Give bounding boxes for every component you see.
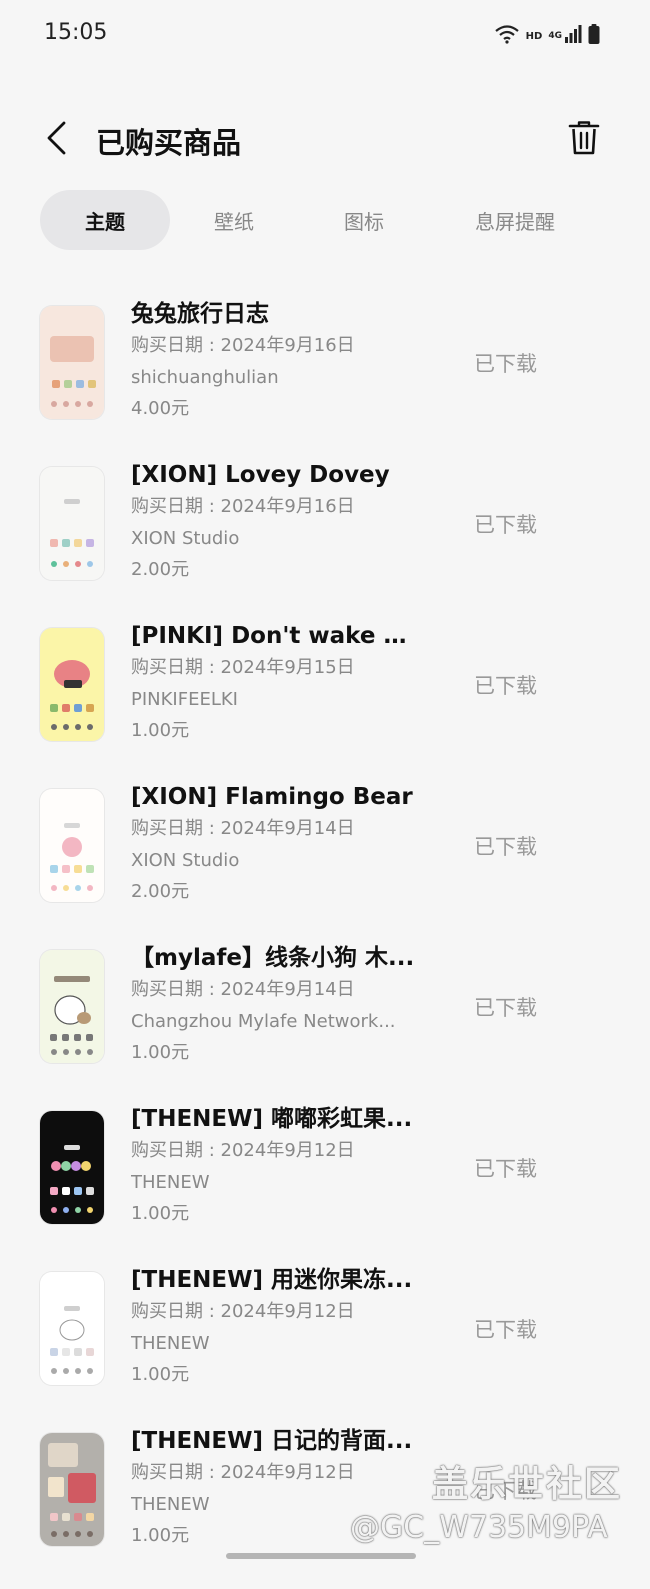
item-title: [THENEW] 日记的背面... xyxy=(131,1428,413,1454)
item-price: 1.00元 xyxy=(131,1042,190,1063)
list-item[interactable]: [XION] Lovey Dovey 购买日期 : 2024年9月16日 XIO… xyxy=(0,444,650,605)
list-item[interactable]: [XION] Flamingo Bear 购买日期 : 2024年9月14日 X… xyxy=(0,766,650,927)
header: 已购买商品 xyxy=(0,100,650,180)
tab-aod[interactable]: 息屏提醒 xyxy=(440,190,590,250)
item-author: THENEW xyxy=(131,1171,210,1193)
theme-thumbnail xyxy=(40,1433,104,1546)
download-status[interactable]: 已下载 xyxy=(474,1153,537,1183)
theme-thumbnail xyxy=(40,1111,104,1224)
list-item[interactable]: [PINKI] Don't wake m... 购买日期 : 2024年9月15… xyxy=(0,605,650,766)
item-price: 1.00元 xyxy=(131,1364,190,1385)
item-date: 购买日期 : 2024年9月14日 xyxy=(131,818,355,839)
theme-thumbnail xyxy=(40,306,104,419)
purchased-list: 兔兔旅行日志 购买日期 : 2024年9月16日 shichuanghulian… xyxy=(0,283,650,1571)
status-icons: HD 4G xyxy=(494,24,600,48)
theme-thumbnail xyxy=(40,1272,104,1385)
item-date: 购买日期 : 2024年9月12日 xyxy=(131,1462,355,1483)
item-date: 购买日期 : 2024年9月15日 xyxy=(131,657,355,678)
delete-button[interactable] xyxy=(560,114,608,162)
tab-icons[interactable]: 图标 xyxy=(302,190,426,250)
theme-thumbnail xyxy=(40,789,104,902)
wifi-icon xyxy=(494,24,520,48)
item-author: XION Studio xyxy=(131,527,240,549)
item-title: 兔兔旅行日志 xyxy=(131,301,269,327)
item-title: [XION] Lovey Dovey xyxy=(131,462,390,488)
theme-thumbnail xyxy=(40,950,104,1063)
page-title: 已购买商品 xyxy=(96,126,242,160)
theme-thumbnail xyxy=(40,467,104,580)
back-arrow-icon xyxy=(47,121,66,155)
status-time: 15:05 xyxy=(44,20,108,45)
item-date: 购买日期 : 2024年9月14日 xyxy=(131,979,355,1000)
battery-icon xyxy=(588,24,600,48)
item-title: [PINKI] Don't wake m... xyxy=(131,623,421,649)
download-status[interactable]: 已下载 xyxy=(474,1314,537,1344)
list-item[interactable]: 兔兔旅行日志 购买日期 : 2024年9月16日 shichuanghulian… xyxy=(0,283,650,444)
item-author: XION Studio xyxy=(131,849,240,871)
theme-thumbnail xyxy=(40,628,104,741)
item-price: 1.00元 xyxy=(131,720,190,741)
home-indicator[interactable] xyxy=(226,1553,416,1559)
item-author: THENEW xyxy=(131,1332,210,1354)
back-button[interactable] xyxy=(34,116,78,160)
download-status[interactable]: 已下载 xyxy=(474,831,537,861)
signal-icon xyxy=(564,25,582,47)
item-date: 购买日期 : 2024年9月12日 xyxy=(131,1140,355,1161)
item-title: 【mylafe】线条小狗 木... xyxy=(131,945,415,971)
network-label: 4G xyxy=(548,31,562,41)
download-status[interactable]: 已下载 xyxy=(474,992,537,1022)
item-price: 2.00元 xyxy=(131,881,190,902)
download-status[interactable]: 已下载 xyxy=(474,509,537,539)
item-date: 购买日期 : 2024年9月16日 xyxy=(131,335,355,356)
tab-wallpaper[interactable]: 壁纸 xyxy=(172,190,296,250)
hd-label: HD xyxy=(525,30,543,42)
item-author: Changzhou Mylafe Network... xyxy=(131,1010,396,1032)
trash-icon xyxy=(568,121,600,155)
download-status[interactable]: 已下载 xyxy=(474,670,537,700)
list-item[interactable]: 【mylafe】线条小狗 木... 购买日期 : 2024年9月14日 Chan… xyxy=(0,927,650,1088)
item-price: 4.00元 xyxy=(131,398,190,419)
tab-bar: 主题 壁纸 图标 息屏提醒 xyxy=(40,190,620,250)
item-author: shichuanghulian xyxy=(131,366,279,388)
item-date: 购买日期 : 2024年9月16日 xyxy=(131,496,355,517)
watermark-community: 盖乐世社区 xyxy=(432,1464,623,1505)
item-title: [THENEW] 用迷你果冻... xyxy=(131,1267,413,1293)
item-author: PINKIFEELKI xyxy=(131,688,238,710)
status-bar: 15:05 HD 4G xyxy=(0,0,650,70)
item-price: 2.00元 xyxy=(131,559,190,580)
tab-theme[interactable]: 主题 xyxy=(40,190,170,250)
item-price: 1.00元 xyxy=(131,1203,190,1224)
list-item[interactable]: [THENEW] 用迷你果冻... 购买日期 : 2024年9月12日 THEN… xyxy=(0,1249,650,1410)
download-status[interactable]: 已下载 xyxy=(474,348,537,378)
item-title: [XION] Flamingo Bear xyxy=(131,784,413,810)
item-title: [THENEW] 嘟嘟彩虹果... xyxy=(131,1106,413,1132)
watermark-username: @GC_W735M9PA xyxy=(350,1510,608,1545)
list-item[interactable]: [THENEW] 嘟嘟彩虹果... 购买日期 : 2024年9月12日 THEN… xyxy=(0,1088,650,1249)
item-date: 购买日期 : 2024年9月12日 xyxy=(131,1301,355,1322)
